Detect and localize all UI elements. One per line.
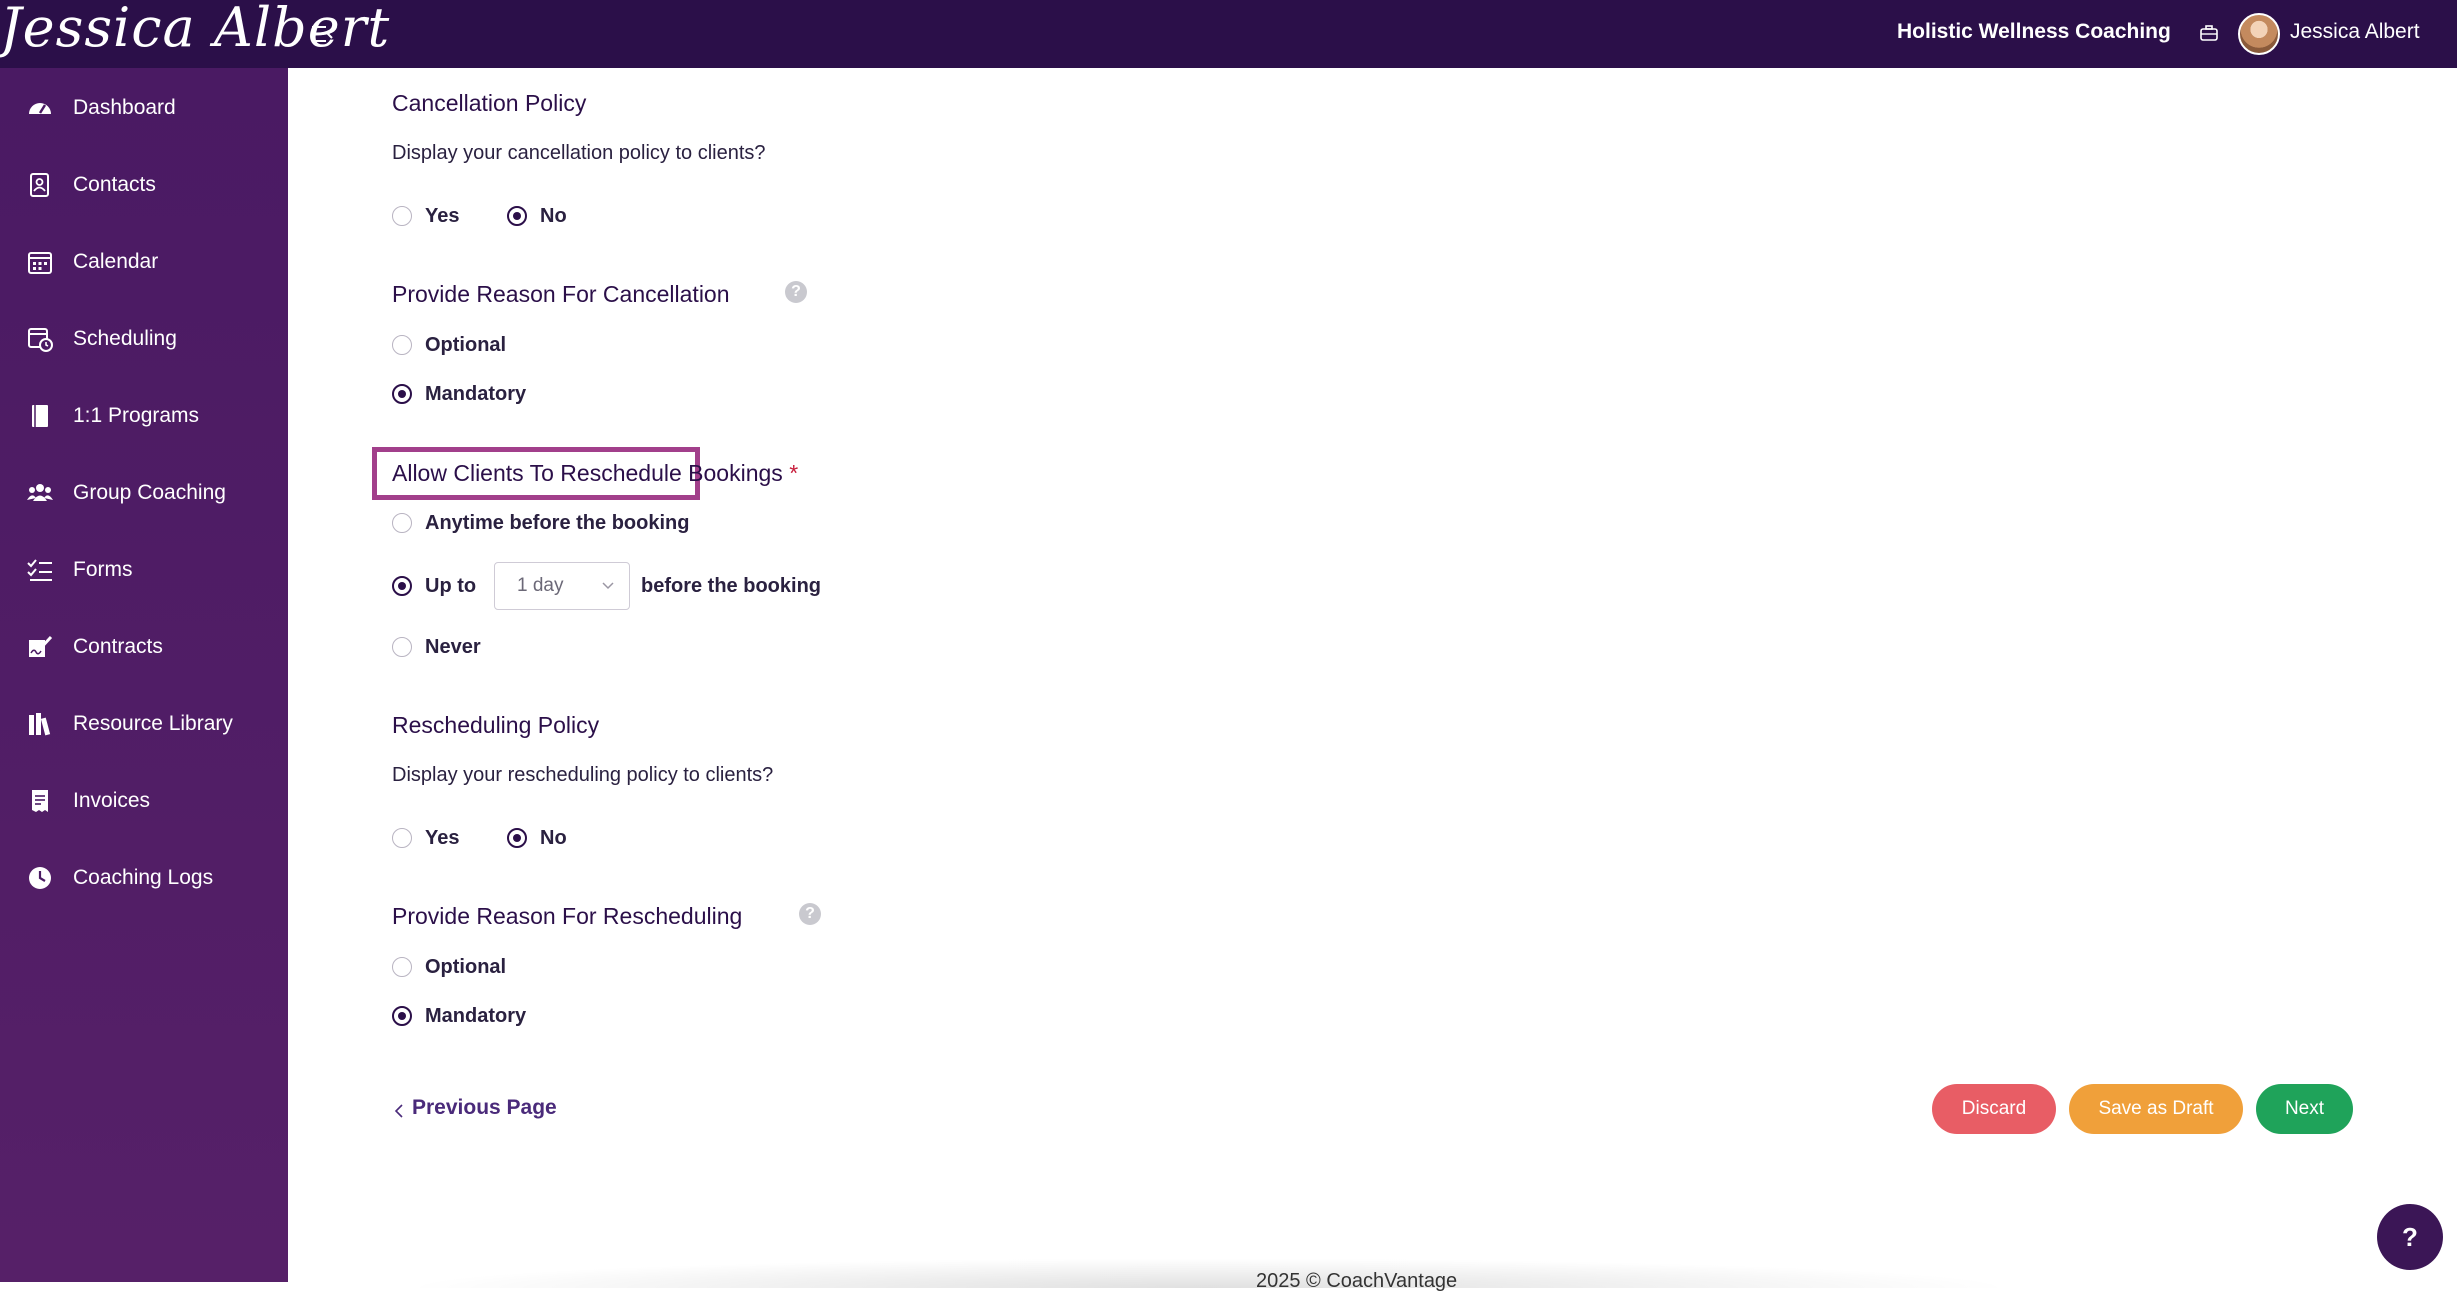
sidebar-item-label: Group Coaching bbox=[73, 481, 226, 504]
avatar[interactable] bbox=[2238, 13, 2280, 55]
chevron-down-icon bbox=[602, 582, 614, 590]
reschedule-before-label: before the booking bbox=[641, 575, 821, 597]
sidebar-item-contacts[interactable]: Contacts bbox=[0, 155, 288, 215]
menu-collapse-icon[interactable] bbox=[310, 22, 334, 46]
sidebar-item-label: Contacts bbox=[73, 173, 156, 196]
calendar-icon bbox=[28, 252, 52, 274]
cancel-reason-optional-label[interactable]: Optional bbox=[425, 334, 506, 357]
footer-divider bbox=[398, 1258, 2018, 1288]
reschedule-title-text: Allow Clients To Reschedule Bookings bbox=[392, 460, 783, 486]
reschedule-reason-optional-radio[interactable] bbox=[392, 957, 412, 977]
contacts-icon bbox=[30, 173, 49, 197]
sidebar-item-label: Contracts bbox=[73, 635, 163, 658]
rescheduling-policy-question: Display your rescheduling policy to clie… bbox=[392, 764, 774, 786]
help-button[interactable]: ? bbox=[2377, 1204, 2443, 1270]
sidebar-item-label: 1:1 Programs bbox=[73, 404, 200, 427]
help-icon[interactable]: ? bbox=[785, 281, 807, 303]
reschedule-upto-radio[interactable] bbox=[392, 576, 412, 596]
help-icon[interactable]: ? bbox=[799, 903, 821, 925]
next-button[interactable]: Next bbox=[2256, 1084, 2353, 1134]
invoice-icon bbox=[32, 790, 48, 812]
cancel-reason-title: Provide Reason For Cancellation bbox=[392, 281, 730, 307]
reschedule-anytime-radio[interactable] bbox=[392, 513, 412, 533]
checklist-icon bbox=[27, 559, 52, 581]
save-draft-button[interactable]: Save as Draft bbox=[2069, 1084, 2243, 1134]
sidebar-item-resource-library[interactable]: Resource Library bbox=[0, 694, 288, 754]
user-name[interactable]: Jessica Albert bbox=[2290, 20, 2420, 44]
sidebar-item-coaching-logs[interactable]: Coaching Logs bbox=[0, 848, 288, 908]
sidebar-item-scheduling[interactable]: Scheduling bbox=[0, 309, 288, 369]
sidebar-item-calendar[interactable]: Calendar bbox=[0, 232, 288, 292]
sidebar-item-label: Resource Library bbox=[73, 712, 233, 735]
cancellation-yes-radio[interactable] bbox=[392, 206, 412, 226]
reschedule-reason-optional-label[interactable]: Optional bbox=[425, 956, 506, 979]
sidebar-item-label: Invoices bbox=[73, 789, 151, 812]
sidebar-item-label: Dashboard bbox=[73, 96, 176, 119]
sidebar: Dashboard Contacts Calendar Scheduling 1… bbox=[0, 68, 288, 1282]
briefcase-icon[interactable] bbox=[2198, 22, 2220, 44]
reschedule-title: Allow Clients To Reschedule Bookings * bbox=[392, 460, 798, 487]
reschedule-reason-title: Provide Reason For Rescheduling bbox=[392, 903, 743, 929]
library-icon bbox=[29, 713, 51, 736]
reschedule-never-radio[interactable] bbox=[392, 637, 412, 657]
sidebar-item-group-coaching[interactable]: Group Coaching bbox=[0, 463, 288, 523]
sidebar-item-dashboard[interactable]: Dashboard bbox=[0, 78, 288, 138]
reschedule-period-value: 1 day bbox=[517, 575, 564, 596]
reschedule-reason-mandatory-label[interactable]: Mandatory bbox=[425, 1005, 526, 1028]
rescheduling-policy-title: Rescheduling Policy bbox=[392, 712, 600, 738]
rescheduling-yes-radio[interactable] bbox=[392, 828, 412, 848]
required-mark: * bbox=[789, 460, 799, 486]
reschedule-reason-mandatory-radio[interactable] bbox=[392, 1006, 412, 1026]
reschedule-upto-label[interactable]: Up to bbox=[425, 575, 476, 598]
org-name[interactable]: Holistic Wellness Coaching bbox=[1897, 20, 2171, 44]
group-icon bbox=[27, 484, 53, 501]
rescheduling-yes-label[interactable]: Yes bbox=[425, 827, 459, 850]
scheduling-icon bbox=[28, 328, 53, 352]
chevron-left-icon[interactable] bbox=[394, 1103, 404, 1119]
signature-icon bbox=[29, 635, 53, 657]
sidebar-item-programs[interactable]: 1:1 Programs bbox=[0, 386, 288, 446]
sidebar-item-contracts[interactable]: Contracts bbox=[0, 617, 288, 677]
sidebar-item-label: Forms bbox=[73, 558, 133, 581]
cancellation-policy-title: Cancellation Policy bbox=[392, 90, 587, 116]
cancel-reason-optional-radio[interactable] bbox=[392, 335, 412, 355]
cancellation-yes-label[interactable]: Yes bbox=[425, 205, 459, 228]
sidebar-item-forms[interactable]: Forms bbox=[0, 540, 288, 600]
cancel-reason-mandatory-radio[interactable] bbox=[392, 384, 412, 404]
main-content: Cancellation Policy Display your cancell… bbox=[288, 68, 2457, 1292]
sidebar-item-label: Scheduling bbox=[73, 327, 177, 350]
sidebar-item-label: Calendar bbox=[73, 250, 159, 273]
reschedule-anytime-label[interactable]: Anytime before the booking bbox=[425, 512, 689, 535]
dashboard-icon bbox=[29, 103, 51, 114]
cancel-reason-mandatory-label[interactable]: Mandatory bbox=[425, 383, 526, 406]
rescheduling-no-radio[interactable] bbox=[507, 828, 527, 848]
reschedule-period-select[interactable]: 1 day bbox=[494, 562, 630, 610]
cancellation-no-radio[interactable] bbox=[507, 206, 527, 226]
reschedule-never-label[interactable]: Never bbox=[425, 636, 481, 659]
book-icon bbox=[32, 405, 48, 427]
cancellation-no-label[interactable]: No bbox=[540, 205, 567, 228]
top-bar: Jessica Albert Holistic Wellness Coachin… bbox=[0, 0, 2457, 68]
sidebar-item-label: Coaching Logs bbox=[73, 866, 214, 889]
discard-button[interactable]: Discard bbox=[1932, 1084, 2056, 1134]
cancellation-policy-question: Display your cancellation policy to clie… bbox=[392, 142, 766, 164]
rescheduling-no-label[interactable]: No bbox=[540, 827, 567, 850]
clock-icon bbox=[29, 867, 51, 889]
sidebar-item-invoices[interactable]: Invoices bbox=[0, 771, 288, 831]
previous-page-link[interactable]: Previous Page bbox=[412, 1096, 557, 1120]
